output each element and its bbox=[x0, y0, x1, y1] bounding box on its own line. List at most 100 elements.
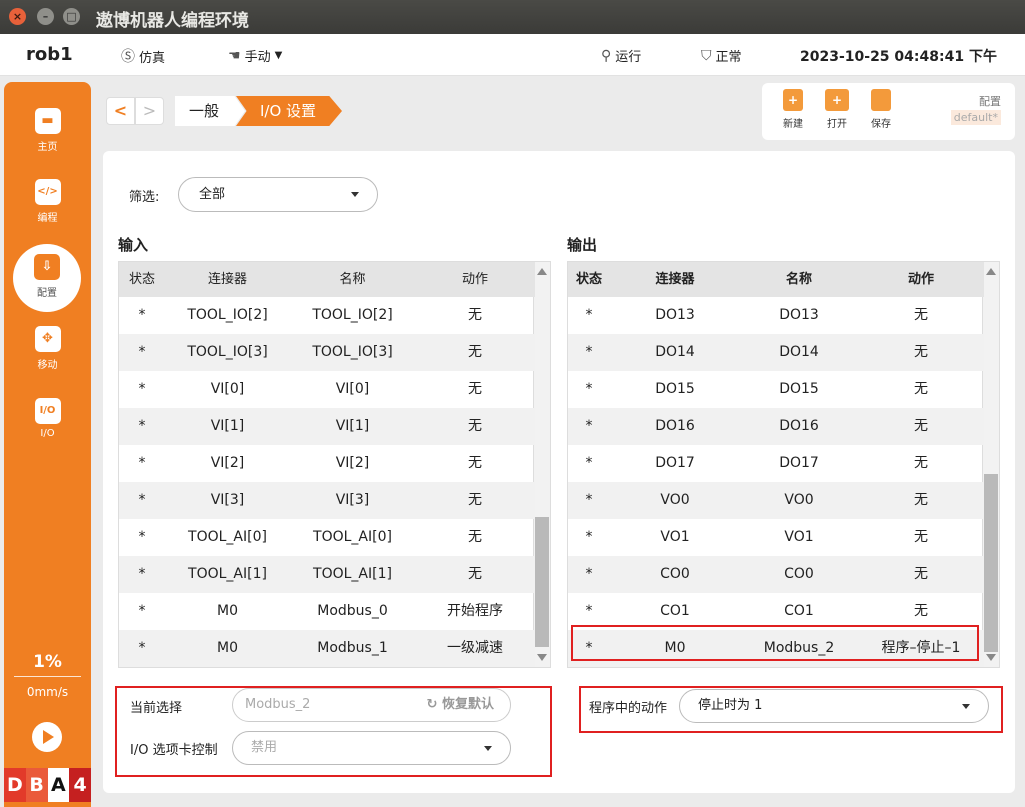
table-cell: DO14 bbox=[779, 344, 819, 360]
table-cell: VI[3] bbox=[210, 492, 245, 508]
table-cell: 无 bbox=[468, 344, 482, 360]
scroll-thumb[interactable] bbox=[984, 474, 998, 652]
io-tab-control-select[interactable]: 禁用 bbox=[232, 731, 511, 765]
restore-default-button[interactable]: ↻ 恢复默认 bbox=[427, 689, 494, 721]
table-cell: DO13 bbox=[655, 307, 695, 323]
table-cell: TOOL_IO[3] bbox=[312, 344, 393, 360]
badge-b: B bbox=[25, 768, 48, 802]
table-row[interactable]: * VI[0] VI[0] 无 bbox=[119, 371, 535, 408]
chevron-down-icon: ▼ bbox=[274, 50, 283, 61]
table-row[interactable]: * DO17 DO17 无 bbox=[568, 445, 984, 482]
sidebar-item-move[interactable]: ✥ 移动 bbox=[4, 326, 91, 371]
table-cell: * bbox=[585, 381, 593, 397]
scroll-up-icon[interactable] bbox=[986, 268, 996, 275]
table-cell: VO1 bbox=[660, 529, 690, 545]
table-row[interactable]: * DO15 DO15 无 bbox=[568, 371, 984, 408]
table-cell: * bbox=[138, 566, 146, 582]
code-icon: </> bbox=[34, 179, 61, 205]
table-cell: DO17 bbox=[655, 455, 695, 471]
scroll-down-icon[interactable] bbox=[986, 654, 996, 661]
table-row[interactable]: * DO14 DO14 无 bbox=[568, 334, 984, 371]
table-cell: TOOL_IO[3] bbox=[187, 344, 268, 360]
table-row[interactable]: * TOOL_AI[0] TOOL_AI[0] 无 bbox=[119, 519, 535, 556]
table-cell: * bbox=[138, 455, 146, 471]
new-label: 新建 bbox=[783, 119, 803, 130]
refresh-icon: ↻ bbox=[426, 697, 438, 712]
badge-4: 4 bbox=[69, 768, 91, 802]
home-icon: ▬ bbox=[34, 108, 61, 134]
sidebar-item-label: 主页 bbox=[37, 142, 58, 153]
table-row[interactable]: * VI[1] VI[1] 无 bbox=[119, 408, 535, 445]
scroll-up-icon[interactable] bbox=[537, 268, 547, 275]
window-close-button[interactable]: × bbox=[9, 8, 26, 25]
table-cell: VI[1] bbox=[210, 418, 245, 434]
safety-status: ⛉ 正常 bbox=[701, 46, 742, 66]
outputs-scrollbar[interactable] bbox=[982, 262, 999, 667]
forward-button[interactable]: > bbox=[135, 97, 164, 125]
program-action-value: 停止时为 1 bbox=[698, 698, 763, 713]
table-cell: VI[1] bbox=[335, 418, 370, 434]
table-cell: 无 bbox=[468, 529, 482, 545]
table-cell: DO15 bbox=[655, 381, 695, 397]
save-label: 保存 bbox=[871, 119, 891, 130]
breadcrumb-general[interactable]: 一般 bbox=[175, 96, 245, 126]
table-row[interactable]: * TOOL_IO[2] TOOL_IO[2] 无 bbox=[119, 297, 535, 334]
simulation-label: 仿真 bbox=[139, 50, 166, 66]
table-row[interactable]: * CO0 CO0 无 bbox=[568, 556, 984, 593]
table-row[interactable]: * VI[3] VI[3] 无 bbox=[119, 482, 535, 519]
column-header[interactable]: 连接器 bbox=[165, 262, 290, 297]
sidebar-item-config[interactable]: ⇩ 配置 bbox=[13, 244, 81, 312]
column-header[interactable]: 动作 bbox=[415, 262, 535, 297]
column-header[interactable]: 状态 bbox=[119, 262, 165, 297]
table-cell: DO13 bbox=[779, 307, 819, 323]
sidebar-item-io[interactable]: I/O I/O bbox=[4, 398, 91, 439]
table-row[interactable]: * DO13 DO13 无 bbox=[568, 297, 984, 334]
manual-mode-dropdown[interactable]: ☚ 手动 ▼ bbox=[228, 46, 283, 66]
back-button[interactable]: < bbox=[106, 97, 135, 125]
column-header[interactable]: 连接器 bbox=[610, 262, 740, 297]
current-selection-input[interactable]: Modbus_2 ↻ 恢复默认 bbox=[232, 688, 511, 722]
current-selection-label: 当前选择 bbox=[130, 701, 183, 716]
filter-select[interactable]: 全部 bbox=[178, 177, 378, 212]
run-status: ⚲ 运行 bbox=[601, 46, 641, 66]
table-row[interactable]: * VI[2] VI[2] 无 bbox=[119, 445, 535, 482]
table-row[interactable]: * TOOL_AI[1] TOOL_AI[1] 无 bbox=[119, 556, 535, 593]
table-cell: 无 bbox=[914, 307, 928, 323]
config-icon: ⇩ bbox=[34, 254, 60, 280]
table-cell: * bbox=[138, 603, 146, 619]
sidebar-item-home[interactable]: ▬ 主页 bbox=[4, 108, 91, 153]
sidebar-item-program[interactable]: </> 编程 bbox=[4, 179, 91, 224]
simulation-mode-button[interactable]: Ⓢ 仿真 bbox=[121, 46, 165, 66]
chevron-down-icon bbox=[484, 746, 492, 751]
column-header[interactable]: 名称 bbox=[290, 262, 415, 297]
table-row[interactable]: * VO0 VO0 无 bbox=[568, 482, 984, 519]
column-header[interactable]: 状态 bbox=[568, 262, 610, 297]
history-nav: < > bbox=[106, 97, 164, 125]
save-button[interactable]: 保存 bbox=[861, 89, 901, 130]
open-button[interactable]: + 打开 bbox=[817, 89, 857, 130]
breadcrumb-io-settings[interactable]: I/O 设置 bbox=[236, 96, 342, 126]
inputs-title: 输入 bbox=[118, 236, 149, 254]
column-header[interactable]: 动作 bbox=[858, 262, 984, 297]
hand-icon: ☚ bbox=[228, 47, 241, 64]
new-button[interactable]: + 新建 bbox=[773, 89, 813, 130]
program-action-select[interactable]: 停止时为 1 bbox=[679, 689, 989, 723]
table-cell: 无 bbox=[468, 418, 482, 434]
table-row[interactable]: * DO16 DO16 无 bbox=[568, 408, 984, 445]
table-cell: Modbus_1 bbox=[317, 640, 388, 656]
scroll-down-icon[interactable] bbox=[537, 654, 547, 661]
io-tab-control-value: 禁用 bbox=[251, 740, 278, 755]
table-row[interactable]: * TOOL_IO[3] TOOL_IO[3] 无 bbox=[119, 334, 535, 371]
scroll-thumb[interactable] bbox=[535, 517, 549, 647]
table-row[interactable]: * M0 Modbus_1 一级减速 bbox=[119, 630, 535, 667]
play-icon[interactable] bbox=[32, 722, 62, 752]
window-maximize-button[interactable]: □ bbox=[63, 8, 80, 25]
window-minimize-button[interactable]: – bbox=[37, 8, 54, 25]
table-cell: 无 bbox=[468, 381, 482, 397]
inputs-scrollbar[interactable] bbox=[533, 262, 550, 667]
table-row[interactable]: * VO1 VO1 无 bbox=[568, 519, 984, 556]
table-cell: 无 bbox=[914, 566, 928, 582]
column-header[interactable]: 名称 bbox=[740, 262, 858, 297]
table-row[interactable]: * M0 Modbus_0 开始程序 bbox=[119, 593, 535, 630]
table-cell: VI[2] bbox=[210, 455, 245, 471]
